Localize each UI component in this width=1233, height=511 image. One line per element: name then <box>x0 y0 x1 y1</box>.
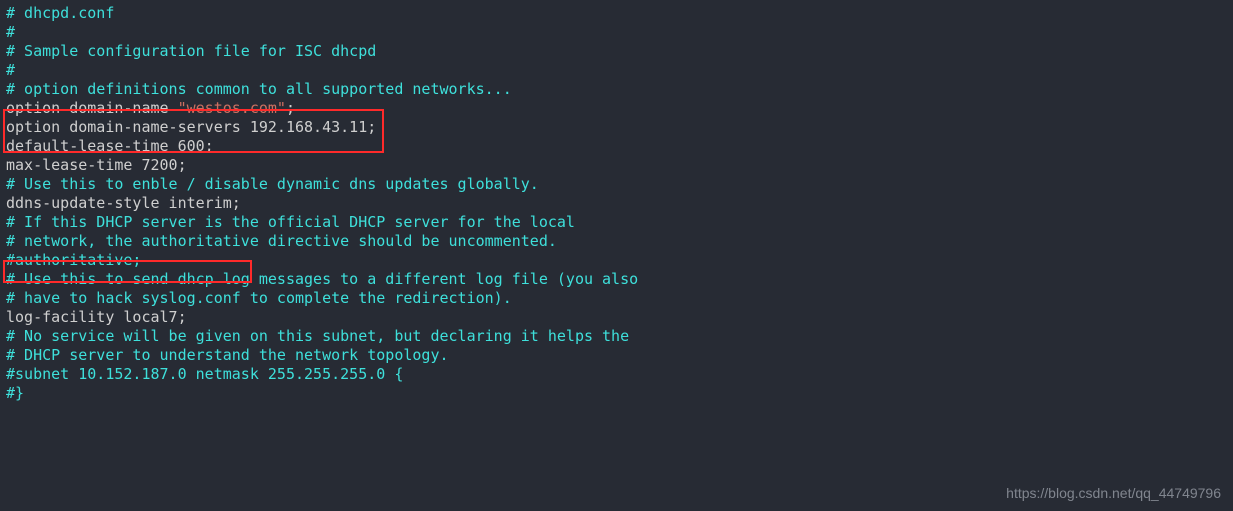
code-line[interactable]: # Use this to enble / disable dynamic dn… <box>6 175 1227 194</box>
code-segment: option domain-name <box>6 99 178 117</box>
code-line[interactable]: # <box>6 61 1227 80</box>
code-text: default-lease-time 600; <box>6 137 214 155</box>
code-line[interactable]: #authoritative; <box>6 251 1227 270</box>
code-line[interactable]: ddns-update-style interim; <box>6 194 1227 213</box>
code-line[interactable]: default-lease-time 600; <box>6 137 1227 156</box>
code-text: max-lease-time 7200; <box>6 156 187 174</box>
code-text: #authoritative; <box>6 251 141 269</box>
code-line[interactable]: # Use this to send dhcp log messages to … <box>6 270 1227 289</box>
code-text: # Sample configuration file for ISC dhcp… <box>6 42 376 60</box>
code-segment: ; <box>286 99 295 117</box>
code-line[interactable]: option domain-name-servers 192.168.43.11… <box>6 118 1227 137</box>
code-text: #subnet 10.152.187.0 netmask 255.255.255… <box>6 365 403 383</box>
code-editor-viewport[interactable]: # dhcpd.conf## Sample configuration file… <box>0 0 1233 407</box>
code-line[interactable]: option domain-name "westos.com"; <box>6 99 1227 118</box>
code-text: # option definitions common to all suppo… <box>6 80 512 98</box>
code-text: #} <box>6 384 24 402</box>
code-text: # DHCP server to understand the network … <box>6 346 449 364</box>
code-line[interactable]: #} <box>6 384 1227 403</box>
code-text: # Use this to enble / disable dynamic dn… <box>6 175 539 193</box>
code-text: # dhcpd.conf <box>6 4 114 22</box>
code-line[interactable]: # network, the authoritative directive s… <box>6 232 1227 251</box>
code-line[interactable]: max-lease-time 7200; <box>6 156 1227 175</box>
code-line[interactable]: # have to hack syslog.conf to complete t… <box>6 289 1227 308</box>
code-text: option domain-name-servers 192.168.43.11… <box>6 118 376 136</box>
code-text: # No service will be given on this subne… <box>6 327 629 345</box>
code-line[interactable]: #subnet 10.152.187.0 netmask 255.255.255… <box>6 365 1227 384</box>
code-text: # <box>6 23 15 41</box>
code-text: ddns-update-style interim; <box>6 194 241 212</box>
code-text: # Use this to send dhcp log messages to … <box>6 270 638 288</box>
code-line[interactable]: # <box>6 23 1227 42</box>
code-line[interactable]: # No service will be given on this subne… <box>6 327 1227 346</box>
code-line[interactable]: # If this DHCP server is the official DH… <box>6 213 1227 232</box>
code-text: # have to hack syslog.conf to complete t… <box>6 289 512 307</box>
code-text: # If this DHCP server is the official DH… <box>6 213 575 231</box>
watermark-text: https://blog.csdn.net/qq_44749796 <box>1006 484 1221 503</box>
code-line[interactable]: # Sample configuration file for ISC dhcp… <box>6 42 1227 61</box>
code-line[interactable]: # option definitions common to all suppo… <box>6 80 1227 99</box>
code-text: # network, the authoritative directive s… <box>6 232 557 250</box>
code-line[interactable]: log-facility local7; <box>6 308 1227 327</box>
code-line[interactable]: # DHCP server to understand the network … <box>6 346 1227 365</box>
code-line[interactable]: # dhcpd.conf <box>6 4 1227 23</box>
code-text: log-facility local7; <box>6 308 187 326</box>
code-segment: "westos.com" <box>178 99 286 117</box>
code-text: # <box>6 61 15 79</box>
